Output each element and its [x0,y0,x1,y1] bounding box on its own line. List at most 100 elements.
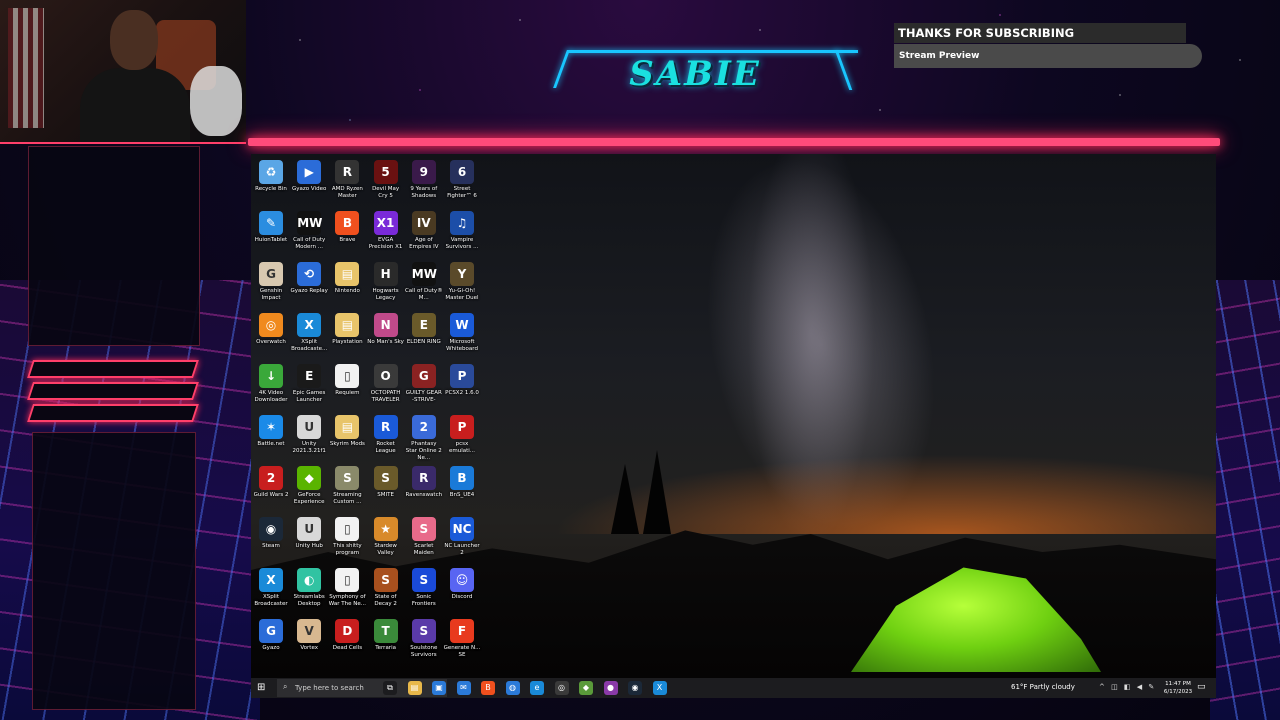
desktop-icon[interactable]: F Generate N... SE [443,615,481,665]
edge-icon[interactable]: e [530,681,544,695]
desktop-icon[interactable]: P PCSX2 1.6.0 [443,360,481,410]
clock-time: 11:47 PM [1165,681,1191,687]
desktop-icon-label: SMITE [377,492,394,498]
desktop-icon[interactable]: ↓ 4K Video Downloader [252,360,290,410]
desktop-icon[interactable]: T Terraria [367,615,405,665]
desktop-icon[interactable]: 2 Guild Wars 2 [252,462,290,512]
system-tray-icons[interactable]: ^ ◫ ◧ ◀ ✎ [1099,683,1156,691]
xsplit-taskbar-icon[interactable]: X [652,681,667,695]
desktop-icon[interactable]: X XSplit Broadcaste... [290,309,328,359]
desktop-icon-label: GeForce Experience [293,492,325,505]
desktop-icon-label: Age of Empires IV [409,237,439,250]
desktop-icon[interactable]: N No Man's Sky [367,309,405,359]
desktop-icon[interactable]: ▤ Playstation [328,309,366,359]
desktop-icon[interactable]: S SMITE [367,462,405,512]
epic-games-icon: E [297,364,322,388]
desktop-icon-label: Microsoft Whiteboard [446,339,478,352]
desktop-icon[interactable]: S Soulstone Survivors [405,615,443,665]
desktop-icon[interactable]: MW Call of Duty® M... [405,258,443,308]
desktop-icon[interactable]: ◎ Overwatch [252,309,290,359]
desktop-icon[interactable]: X1 EVGA Precision X1 [367,207,405,257]
desktop-icon[interactable]: 2 Phantasy Star Online 2 Ne... [405,411,443,461]
desktop-icon[interactable]: ▤ Skyrim Mods [328,411,366,461]
battlenet-icon: ✶ [259,415,283,439]
taskbar: ⊞ ⌕ Type here to search ⧉ ▤ ▣ ✉ B ◍ e ◎ ◆ ● ◉ X 61°… [251,678,1216,698]
desktop-icon[interactable]: ▯ This shitty program [328,513,366,563]
desktop-icon[interactable]: X XSplit Broadcaster [252,564,290,614]
weather-widget[interactable]: 61°F Partly cloudy [1011,683,1075,691]
desktop-icon[interactable]: 5 Devil May Cry 5 [367,156,405,206]
desktop-icon[interactable]: Y Yu-Gi-Oh! Master Duel [443,258,481,308]
desktop-icon[interactable]: Ppcsx emulati... [443,411,481,461]
desktop-icon[interactable]: IV Age of Empires IV [405,207,443,257]
desktop-icon[interactable]: B BnS_UE4 [443,462,481,512]
desktop-icon[interactable]: D Dead Cells [328,615,366,665]
desktop-icon[interactable]: ⟲ Gyazo Replay [290,258,328,308]
desktop-icon[interactable]: ▯ Requiem [328,360,366,410]
steam-taskbar-icon[interactable]: ◉ [628,681,642,695]
xsplit-broadcaster-icon: X [259,568,283,592]
desktop-icon[interactable]: R Rocket League [367,411,405,461]
windows-start-icon[interactable]: ⊞ [257,682,269,694]
logo-frame-left [553,50,570,88]
obs-icon[interactable]: ● [603,681,618,695]
brave-taskbar-icon[interactable]: B [481,681,495,695]
desktop-icon[interactable]: ✶ Battle.net [252,411,290,461]
desktop-icon[interactable]: W Microsoft Whiteboard [443,309,481,359]
notification-center-icon[interactable]: ▭ [1197,682,1206,692]
desktop-icon[interactable]: S Streaming Custom ... [328,462,366,512]
desktop-icon[interactable]: H Hogwarts Legacy [367,258,405,308]
search-placeholder: Type here to search [295,684,364,692]
desktop-icon[interactable]: ☺ Discord [443,564,481,614]
desktop-icon[interactable]: S Scarlet Maiden [405,513,443,563]
desktop-icon[interactable]: ▤ Nintendo [328,258,366,308]
taskbar-search-box[interactable]: ⌕ Type here to search [277,679,447,697]
desktop-icon[interactable]: E Epic Games Launcher [290,360,328,410]
desktop-icon[interactable]: G GUILTY GEAR -STRIVE- [405,360,443,410]
desktop-icon[interactable]: E ELDEN RING [405,309,443,359]
desktop-icon-label: Yu-Gi-Oh! Master Duel [445,288,479,301]
desktop-icon[interactable]: G Gyazo [252,615,290,665]
desktop-icon[interactable]: ★ Stardew Valley [367,513,405,563]
desktop-icon[interactable]: ♫ Vampire Survivors ... [443,207,481,257]
desktop-icon-label: Sonic Frontiers [411,594,436,607]
streamer-head [110,10,158,70]
desktop-icon[interactable]: ◐ Streamlabs Desktop [290,564,328,614]
desktop-icon[interactable]: ✎ HuionTablet [252,207,290,257]
desktop-icon[interactable]: G Genshin Impact [252,258,290,308]
desktop-icon[interactable]: B Brave [328,207,366,257]
desktop-icon[interactable]: O OCTOPATH TRAVELER [367,360,405,410]
desktop-icon-label: Genshin Impact [259,288,283,301]
taskbar-clock[interactable]: 11:47 PM 6/17/2023 [1163,680,1193,696]
desktop-icon-label: BnS_UE4 [449,492,475,498]
desktop-icon-label: PCSX2 1.6.0 [445,390,479,396]
desktop-icon-label: ELDEN RING [406,339,441,345]
desktop-icon[interactable]: ◆ GeForce Experience [290,462,328,512]
file-explorer-icon[interactable]: ▤ [407,681,422,695]
soulstone-icon: S [411,619,436,643]
desktop-icon[interactable]: ▶ Gyazo Video [290,156,328,206]
desktop-icon[interactable]: U Unity Hub [290,513,328,563]
desktop-icon-label: NC Launcher 2 [444,543,480,556]
desktop-icon[interactable]: R Ravenswatch [405,462,443,512]
desktop-icon[interactable]: ▯ Symphony of War The Ne... [328,564,366,614]
store-icon[interactable]: ▣ [432,681,446,695]
desktop-icon[interactable]: V Vortex [290,615,328,665]
desktop-icon[interactable]: NC NC Launcher 2 [443,513,481,563]
desktop-icon[interactable]: ◉ Steam [252,513,290,563]
chrome-icon[interactable]: ◍ [505,681,520,695]
desktop-icon[interactable]: ♻ Recycle Bin [252,156,290,206]
desktop-icon[interactable]: 6 Street Fighter™ 6 [443,156,481,206]
desktop-icon[interactable]: R AMD Ryzen Master [328,156,366,206]
browser-icon[interactable]: ◎ [554,681,569,695]
desktop-icon[interactable]: S Sonic Frontiers [405,564,443,614]
desktop-icon[interactable]: MW Call of Duty Modern ... [290,207,328,257]
desktop-icon[interactable]: S State of Decay 2 [367,564,405,614]
desktop-icon-label: Phantasy Star Online 2 Ne... [405,441,442,461]
desktop-icon[interactable]: U Unity 2021.3.21f1 [290,411,328,461]
minecraft-icon[interactable]: ◆ [579,681,593,695]
desktop-icon-label: Steam [262,543,280,549]
desktop-icon[interactable]: 9 9 Years of Shadows [405,156,443,206]
mail-icon[interactable]: ✉ [456,681,471,695]
task-view-icon[interactable]: ⧉ [383,681,397,695]
